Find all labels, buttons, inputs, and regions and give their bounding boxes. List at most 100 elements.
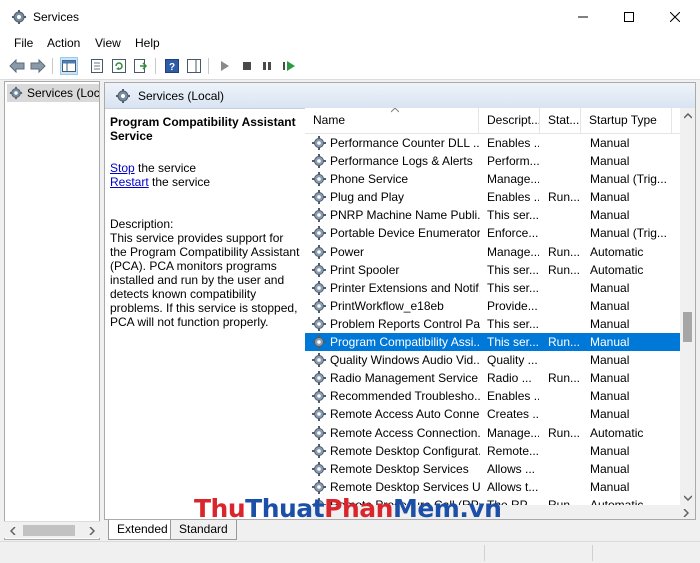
- service-startup-type: Manual: [590, 136, 630, 150]
- table-row[interactable]: Recommended Troublesho... Enables ... Manu…: [305, 387, 680, 405]
- service-gear-icon: [311, 135, 327, 151]
- restart-icon: [283, 61, 295, 71]
- service-gear-icon: [311, 207, 327, 223]
- stop-service-link[interactable]: Stop: [110, 161, 135, 175]
- table-row[interactable]: Power Manage... Run... Automatic: [305, 243, 680, 261]
- menu-file[interactable]: File: [14, 36, 33, 50]
- table-row[interactable]: Performance Logs & Alerts Perform... Manua…: [305, 152, 680, 170]
- service-gear-icon: [311, 406, 327, 422]
- export-list-button[interactable]: [132, 57, 150, 75]
- table-row[interactable]: Program Compatibility Assi... This ser...…: [305, 333, 680, 352]
- tree-item-services-local[interactable]: Services (Local): [7, 84, 99, 102]
- service-details-panel: Program Compatibility Assistant Service …: [110, 115, 300, 329]
- pane-header: Services (Local): [105, 83, 695, 109]
- service-name: Program Compatibility Assi...: [330, 335, 480, 350]
- service-startup-type: Manual (Trig...: [590, 226, 667, 241]
- service-status: Run...: [548, 425, 580, 440]
- play-icon: [221, 61, 229, 71]
- services-list: Name Descript... Stat... Startup Type Lo…: [305, 108, 680, 505]
- chevron-down-icon: [683, 494, 692, 501]
- console-tree: Services (Local): [4, 81, 100, 540]
- menu-help[interactable]: Help: [135, 36, 160, 50]
- description-text: This service provides support for the Pr…: [110, 231, 300, 329]
- show-hide-console-tree-button[interactable]: [60, 57, 78, 75]
- scroll-right-button[interactable]: [83, 522, 100, 539]
- column-header-status[interactable]: Stat...: [540, 108, 581, 134]
- scroll-down-button[interactable]: [680, 490, 695, 505]
- menu-action[interactable]: Action: [47, 36, 80, 50]
- tab-standard[interactable]: Standard: [170, 520, 237, 540]
- service-description: Manage...: [487, 425, 539, 440]
- maximize-button[interactable]: [606, 0, 652, 33]
- column-header-log-on-as[interactable]: Lo: [672, 108, 680, 134]
- forward-button[interactable]: [29, 57, 47, 75]
- tab-extended[interactable]: Extended: [108, 520, 177, 540]
- scroll-left-button[interactable]: [4, 522, 21, 539]
- status-bar: [0, 541, 700, 563]
- column-header-label: Startup Type: [589, 113, 657, 127]
- table-row[interactable]: Problem Reports Control Pa... This ser...…: [305, 315, 680, 333]
- service-description: Remote...: [487, 443, 539, 458]
- table-row[interactable]: Print Spooler This ser... Run... Automatic: [305, 261, 680, 279]
- svg-text:?: ?: [169, 62, 175, 73]
- service-startup-type: Manual: [590, 389, 630, 404]
- menu-view[interactable]: View: [95, 36, 121, 50]
- table-row[interactable]: Remote Desktop Configurat... Remote... Man…: [305, 442, 680, 460]
- service-description: Enables ...: [487, 136, 539, 150]
- service-status: Run...: [548, 244, 580, 259]
- minimize-button[interactable]: [560, 0, 606, 33]
- scroll-up-button[interactable]: [680, 108, 695, 123]
- pause-service-button[interactable]: [258, 57, 276, 75]
- table-row[interactable]: PrintWorkflow_e18eb Provide... Manual: [305, 297, 680, 315]
- close-button[interactable]: [652, 0, 698, 33]
- restart-service-link[interactable]: Restart: [110, 175, 149, 189]
- table-row[interactable]: Portable Device Enumerator... Enforce... M…: [305, 224, 680, 242]
- table-row[interactable]: Remote Desktop Services Allows ... Manual: [305, 460, 680, 478]
- scrollbar-thumb[interactable]: [683, 312, 692, 342]
- refresh-icon: [112, 59, 126, 73]
- service-description: Radio ...: [487, 371, 532, 386]
- help-button[interactable]: ?: [163, 57, 181, 75]
- service-startup-type: Manual: [590, 371, 630, 386]
- table-row[interactable]: Performance Counter DLL ... Enables ... Ma…: [305, 134, 680, 152]
- title-bar: Services: [0, 0, 700, 33]
- view-tabs: Extended Standard: [104, 520, 696, 541]
- service-gear-icon: [311, 352, 327, 368]
- table-row[interactable]: Quality Windows Audio Vid... Quality ... M…: [305, 351, 680, 369]
- service-gear-icon: [311, 461, 327, 477]
- service-startup-type: Manual: [590, 461, 630, 476]
- service-gear-icon: [311, 153, 327, 169]
- table-row[interactable]: Printer Extensions and Notif... This ser.…: [305, 279, 680, 297]
- table-row[interactable]: Radio Management Service Radio ... Run... M…: [305, 369, 680, 387]
- service-name: Print Spooler: [330, 262, 400, 277]
- list-vertical-scrollbar[interactable]: [680, 108, 695, 505]
- services-gear-icon: [116, 89, 130, 103]
- service-gear-icon: [311, 443, 327, 459]
- back-button[interactable]: [8, 57, 26, 75]
- table-row[interactable]: Remote Access Connection... Manage... Run.…: [305, 424, 680, 442]
- start-service-button[interactable]: [216, 57, 234, 75]
- service-name: Remote Desktop Services U...: [330, 479, 480, 494]
- stop-icon: [243, 62, 251, 70]
- tree-horizontal-scrollbar[interactable]: [4, 521, 100, 538]
- table-row[interactable]: Plug and Play Enables ... Run... Manual: [305, 188, 680, 206]
- table-row[interactable]: Phone Service Manage... Manual (Trig...: [305, 170, 680, 188]
- table-row[interactable]: PNRP Machine Name Publi... This ser... Man…: [305, 206, 680, 224]
- toolbar: ?: [0, 53, 700, 80]
- properties-icon: [91, 59, 103, 73]
- column-header-description[interactable]: Descript...: [479, 108, 540, 134]
- refresh-button[interactable]: [110, 57, 128, 75]
- service-startup-type: Manual: [590, 479, 630, 494]
- properties-sheet-button[interactable]: [88, 57, 106, 75]
- minimize-icon: [578, 16, 588, 17]
- show-action-pane-button[interactable]: [185, 57, 203, 75]
- scrollbar-thumb[interactable]: [23, 525, 75, 536]
- service-gear-icon: [311, 225, 327, 241]
- service-name: Quality Windows Audio Vid...: [330, 353, 480, 368]
- stop-service-button[interactable]: [238, 57, 256, 75]
- column-header-name[interactable]: Name: [305, 108, 479, 134]
- column-header-label: Name: [313, 113, 346, 127]
- restart-service-button[interactable]: [280, 57, 298, 75]
- column-header-startup-type[interactable]: Startup Type: [581, 108, 672, 134]
- table-row[interactable]: Remote Access Auto Conne... Creates ... Ma…: [305, 405, 680, 423]
